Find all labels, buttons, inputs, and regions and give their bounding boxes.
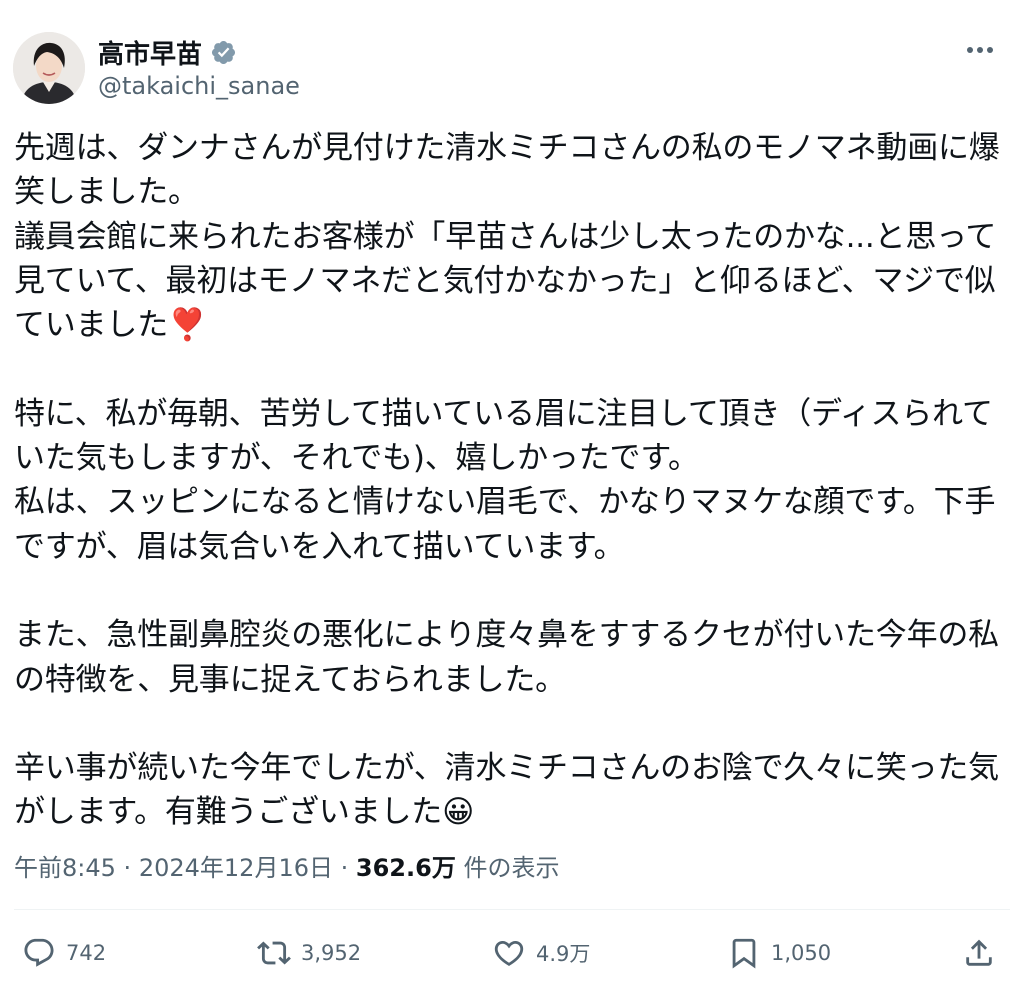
view-count-label: 件の表示	[463, 854, 560, 882]
reply-count: 742	[66, 941, 107, 965]
more-dots-icon	[967, 47, 993, 53]
bookmark-button[interactable]: 1,050	[727, 936, 831, 970]
post-date[interactable]: 2024年12月16日	[139, 854, 333, 882]
share-button[interactable]	[962, 936, 996, 970]
post-paragraph: 私は、スッピンになると情けない眉毛で、かなりマヌケな顔です。下手ですが、眉は気合…	[14, 484, 996, 565]
verified-badge-icon	[211, 40, 236, 65]
post-paragraph: また、急性副鼻腔炎の悪化により度々鼻をすするクセが付いた今年の私の特徴を、見事に…	[14, 617, 999, 698]
repost-icon	[257, 941, 291, 965]
avatar[interactable]	[13, 32, 85, 104]
share-icon	[966, 939, 992, 966]
post-paragraph: 辛い事が続いた今年でしたが、清水ミチコさんのお陰で久々に笑った気がします。有難う…	[14, 750, 999, 831]
repost-count: 3,952	[301, 941, 362, 965]
post-time[interactable]: 午前8:45	[14, 854, 116, 882]
smile-emoji: 😀	[442, 794, 475, 831]
bookmark-count: 1,050	[771, 941, 832, 965]
reply-button[interactable]: 742	[22, 936, 106, 970]
post-meta: 午前8:45 · 2024年12月16日 · 362.6万 件の表示	[14, 848, 559, 883]
author-name[interactable]: 高市早苗	[98, 34, 202, 71]
post-paragraph: 特に、私が毎朝、苦労して描いている眉に注目して頂き（ディスられていた気もしますが…	[14, 395, 993, 477]
author-name-row: 高市早苗	[98, 34, 237, 71]
like-count: 4.9万	[536, 942, 591, 966]
divider	[14, 909, 1010, 910]
more-options-button[interactable]	[960, 36, 1000, 64]
view-count: 362.6万	[355, 854, 456, 882]
avatar-photo	[13, 32, 85, 104]
author-handle[interactable]: @takaichi_sanae	[98, 72, 300, 100]
exclamation-heart-emoji: ❣️	[168, 307, 207, 344]
meta-dot: ·	[340, 854, 349, 882]
heart-icon	[494, 940, 524, 966]
repost-button[interactable]: 3,952	[257, 936, 361, 970]
reply-icon	[24, 938, 54, 967]
bookmark-icon	[732, 938, 756, 969]
meta-dot: ·	[123, 854, 132, 882]
post-text: 先週は、ダンナさんが見付けた清水ミチコさんの私のモノマネ動画に爆笑しました。 議…	[14, 126, 1014, 835]
like-button[interactable]: 4.9万	[492, 936, 590, 970]
post-paragraph: 議員会館に来られたお客様が「早苗さんは少し太ったのかな...と思って見ていて、最…	[14, 218, 997, 344]
post-paragraph: 先週は、ダンナさんが見付けた清水ミチコさんの私のモノマネ動画に爆笑しました。	[14, 130, 1000, 211]
